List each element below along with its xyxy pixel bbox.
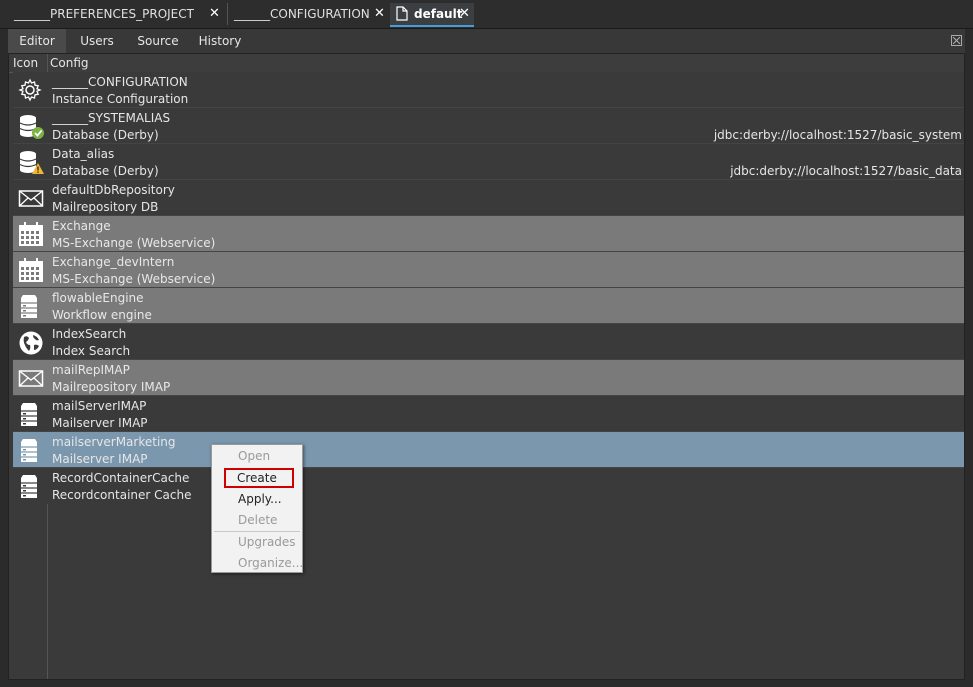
menu-item-upgrades[interactable]: Upgrades: [213, 532, 301, 552]
calendar-icon: [13, 216, 47, 252]
config-type: Mailrepository IMAP: [52, 380, 171, 394]
calendar-icon: [13, 252, 47, 288]
tab-label: ______PREFERENCES_PROJECT: [14, 7, 194, 21]
config-type: Database (Derby): [52, 128, 159, 142]
config-type: Index Search: [52, 344, 131, 358]
table-row[interactable]: flowableEngine Workflow engine: [13, 288, 964, 324]
table-row[interactable]: IndexSearch Index Search: [13, 324, 964, 360]
table-header: Icon Config: [9, 54, 964, 73]
menu-item-open[interactable]: Open: [213, 446, 301, 466]
table-row[interactable]: defaultDbRepository Mailrepository DB: [13, 180, 964, 216]
config-name: Exchange_devIntern: [52, 255, 175, 269]
tab-editor[interactable]: Editor: [8, 29, 66, 53]
gear-icon: [13, 72, 47, 108]
config-type: Mailrepository DB: [52, 200, 159, 214]
config-name: mailServerIMAP: [52, 399, 147, 413]
connection-url: jdbc:derby://localhost:1527/basic_system: [713, 128, 962, 142]
config-type: MS-Exchange (Webservice): [52, 272, 216, 286]
globe-icon: [13, 324, 47, 360]
config-type: Mailserver IMAP: [52, 416, 148, 430]
envelope-icon: [13, 360, 47, 396]
config-name: Data_alias: [52, 147, 115, 161]
config-name: ______SYSTEMALIAS: [52, 111, 171, 125]
config-name: defaultDbRepository: [52, 183, 175, 197]
server-icon: [13, 396, 47, 432]
tab-default[interactable]: default ✕: [390, 3, 474, 27]
table-row[interactable]: RecordContainerCache Recordcontainer Cac…: [13, 468, 964, 504]
connection-url: jdbc:derby://localhost:1527/basic_data: [730, 164, 962, 178]
server-icon: [13, 288, 47, 324]
config-table: Icon Config ______CONFIGURATION Instance…: [8, 53, 965, 680]
config-name: RecordContainerCache: [52, 471, 190, 485]
database-warning-icon: [13, 144, 47, 180]
tab-source[interactable]: Source: [130, 29, 186, 53]
table-row[interactable]: ______SYSTEMALIAS Database (Derby) jdbc:…: [13, 108, 964, 144]
config-name: IndexSearch: [52, 327, 127, 341]
config-name: Exchange: [52, 219, 111, 233]
table-row[interactable]: Exchange MS-Exchange (Webservice): [13, 216, 964, 252]
column-header-config[interactable]: Config: [50, 56, 89, 70]
server-icon: [13, 468, 47, 504]
envelope-icon: [13, 180, 47, 216]
close-icon[interactable]: ✕: [209, 3, 220, 25]
menu-item-apply[interactable]: Apply...: [213, 489, 301, 509]
database-check-icon: [13, 108, 47, 144]
config-name: mailRepIMAP: [52, 363, 130, 377]
table-row[interactable]: Exchange_devIntern MS-Exchange (Webservi…: [13, 252, 964, 288]
close-icon[interactable]: ✕: [374, 3, 385, 25]
config-type: Recordcontainer Cache: [52, 488, 192, 502]
tab-label: ______CONFIGURATION: [234, 7, 370, 21]
maximize-icon[interactable]: [951, 35, 962, 46]
config-type: Instance Configuration: [52, 92, 189, 106]
editor-sub-tab-bar: Editor Users Source History: [8, 29, 965, 53]
config-type: Database (Derby): [52, 164, 159, 178]
context-menu: Open Create Apply... Delete Upgrades Org…: [211, 444, 303, 573]
tab-preferences-project[interactable]: ______PREFERENCES_PROJECT ✕: [14, 3, 224, 25]
document-icon: [396, 6, 408, 21]
table-row[interactable]: mailServerIMAP Mailserver IMAP: [13, 396, 964, 432]
menu-item-create[interactable]: Create: [224, 468, 294, 488]
config-name: ______CONFIGURATION: [52, 75, 188, 89]
table-row[interactable]: mailRepIMAP Mailrepository IMAP: [13, 360, 964, 396]
table-row[interactable]: Data_alias Database (Derby) jdbc:derby:/…: [13, 144, 964, 180]
menu-item-organize[interactable]: Organize...: [213, 553, 303, 573]
server-icon: [13, 432, 47, 468]
close-icon[interactable]: ✕: [459, 3, 470, 25]
table-row-selected[interactable]: mailserverMarketing Mailserver IMAP: [13, 432, 964, 468]
tab-configuration[interactable]: ______CONFIGURATION ✕: [227, 3, 394, 25]
tab-users[interactable]: Users: [70, 29, 124, 53]
config-name: mailserverMarketing: [52, 435, 176, 449]
config-name: flowableEngine: [52, 291, 144, 305]
config-type: Mailserver IMAP: [52, 452, 148, 466]
tab-history[interactable]: History: [192, 29, 248, 53]
document-tab-bar: ______PREFERENCES_PROJECT ✕ ______CONFIG…: [0, 0, 973, 29]
column-header-icon[interactable]: Icon: [13, 56, 38, 70]
table-row[interactable]: ______CONFIGURATION Instance Configurati…: [13, 72, 964, 108]
config-type: MS-Exchange (Webservice): [52, 236, 216, 250]
config-type: Workflow engine: [52, 308, 152, 322]
tab-label: default: [414, 7, 463, 21]
menu-item-delete[interactable]: Delete: [213, 510, 301, 530]
